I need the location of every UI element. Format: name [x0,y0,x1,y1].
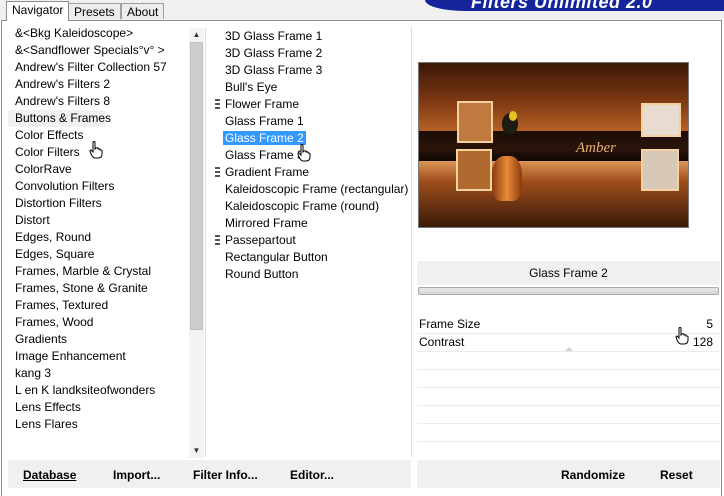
filter-item[interactable]: 3D Glass Frame 3 [213,62,410,79]
category-item[interactable]: Andrew's Filters 8 [8,93,188,110]
current-filter-name: Glass Frame 2 [417,261,720,285]
category-item[interactable]: Andrew's Filter Collection 57 [8,59,188,76]
tab-navigator[interactable]: Navigator [6,1,70,21]
preview-bird-beak [509,111,517,121]
filter-item[interactable]: Gradient Frame [213,164,410,181]
import-button[interactable]: Import... [113,467,160,483]
progress-bar [418,287,719,295]
scroll-down-arrow-icon[interactable]: ▼ [189,444,204,458]
category-item[interactable]: Frames, Textured [8,297,188,314]
hand-cursor-icon [675,327,689,345]
filter-item-label: Passepartout [225,233,296,247]
filter-preview-image: Amber [418,62,689,228]
preview-vase [492,156,522,201]
filter-group-marker-icon [215,235,220,245]
scroll-thumb[interactable] [190,42,203,330]
filter-item-label: Kaleidoscopic Frame (round) [225,199,380,213]
database-button[interactable]: Database [23,467,76,483]
preview-frame-4 [641,149,679,191]
category-item[interactable]: Lens Flares [8,416,188,433]
param-value: 5 [706,317,713,331]
filter-item-label: Glass Frame 3 [225,148,304,162]
category-item[interactable]: Edges, Square [8,246,188,263]
filter-item[interactable]: Flower Frame [213,96,410,113]
filter-group-marker-icon [215,167,220,177]
hand-cursor-icon [89,141,103,159]
filter-item-label: Bull's Eye [225,80,278,94]
filter-item-label: Round Button [225,267,299,281]
scroll-up-arrow-icon[interactable]: ▲ [189,28,204,42]
filter-item-label: Mirrored Frame [225,216,308,230]
filter-list[interactable]: 3D Glass Frame 1 3D Glass Frame 2 3D Glass… [213,28,410,458]
filter-item-label: 3D Glass Frame 3 [225,63,323,77]
preview-frame-2 [456,149,492,191]
filter-item[interactable]: Kaleidoscopic Frame (rectangular) [213,181,410,198]
category-item[interactable]: &<Bkg Kaleidoscope> [8,25,188,42]
slider-tick-icon [565,347,573,351]
panel-divider [411,27,412,457]
preview-frame-3 [641,103,681,137]
filter-info-button[interactable]: Filter Info... [193,467,258,483]
preview-frame-1 [457,101,493,143]
app-banner: Filters Unlimited 2.0 [425,0,724,11]
filter-item-label: Kaleidoscopic Frame (rectangular) [225,182,409,196]
param-name: Contrast [419,335,465,349]
filter-item[interactable]: Kaleidoscopic Frame (round) [213,198,410,215]
category-item[interactable]: Lens Effects [8,399,188,416]
editor-button[interactable]: Editor... [290,467,334,483]
filter-item-label: Glass Frame 1 [225,114,304,128]
category-item[interactable]: Image Enhancement [8,348,188,365]
filter-item-label: Flower Frame [225,97,300,111]
randomize-button[interactable]: Randomize [561,467,625,483]
category-item[interactable]: Distortion Filters [8,195,188,212]
tab-about[interactable]: About [121,3,165,19]
tab-bar: Navigator Presets About Filters Unlimite… [0,0,724,21]
category-item[interactable]: &<Sandflower Specials°v° > [8,42,188,59]
category-item[interactable]: Frames, Marble & Crystal [8,263,188,280]
filter-item-label: Rectangular Button [225,250,328,264]
filter-item[interactable]: Glass Frame 1 [213,113,410,130]
filter-item[interactable]: Passepartout [213,232,410,249]
preview-caption: Amber [576,140,616,156]
filter-item[interactable]: Glass Frame 3 [213,147,410,164]
category-item[interactable]: Gradients [8,331,188,348]
category-list[interactable]: &<Bkg Kaleidoscope> &<Sandflower Specials… [8,25,188,455]
category-item[interactable]: L en K landksiteofwonders [8,382,188,399]
category-item[interactable]: Convolution Filters [8,178,188,195]
filter-item[interactable]: 3D Glass Frame 2 [213,45,410,62]
hand-cursor-icon [297,144,311,162]
tab-presets[interactable]: Presets [68,3,121,19]
category-item[interactable]: Buttons & Frames [8,110,111,127]
category-item[interactable]: kang 3 [8,365,188,382]
filter-item-label: Glass Frame 2 [223,131,306,145]
category-item[interactable]: ColorRave [8,161,188,178]
reset-button[interactable]: Reset [660,467,693,483]
filter-item[interactable]: Rectangular Button [213,249,410,266]
filter-item-label: Gradient Frame [225,165,310,179]
filter-item[interactable]: Glass Frame 2 [213,130,410,147]
list-divider [205,27,206,457]
filter-item[interactable]: Bull's Eye [213,79,410,96]
param-value: 128 [692,335,713,349]
category-item[interactable]: Distort [8,212,188,229]
filter-item[interactable]: 3D Glass Frame 1 [213,28,410,45]
filter-item-label: 3D Glass Frame 2 [225,46,323,60]
category-item[interactable]: Frames, Wood [8,314,188,331]
param-name: Frame Size [419,317,481,331]
filter-item[interactable]: Round Button [213,266,410,283]
category-item[interactable]: Andrew's Filters 2 [8,76,188,93]
category-item[interactable]: Frames, Stone & Granite [8,280,188,297]
category-scrollbar[interactable]: ▲ ▼ [189,28,204,458]
filter-group-marker-icon [215,99,220,109]
filter-item[interactable]: Mirrored Frame [213,215,410,232]
category-item[interactable]: Edges, Round [8,229,188,246]
app-title: Filters Unlimited 2.0 [471,0,653,11]
filter-item-label: 3D Glass Frame 1 [225,29,323,43]
